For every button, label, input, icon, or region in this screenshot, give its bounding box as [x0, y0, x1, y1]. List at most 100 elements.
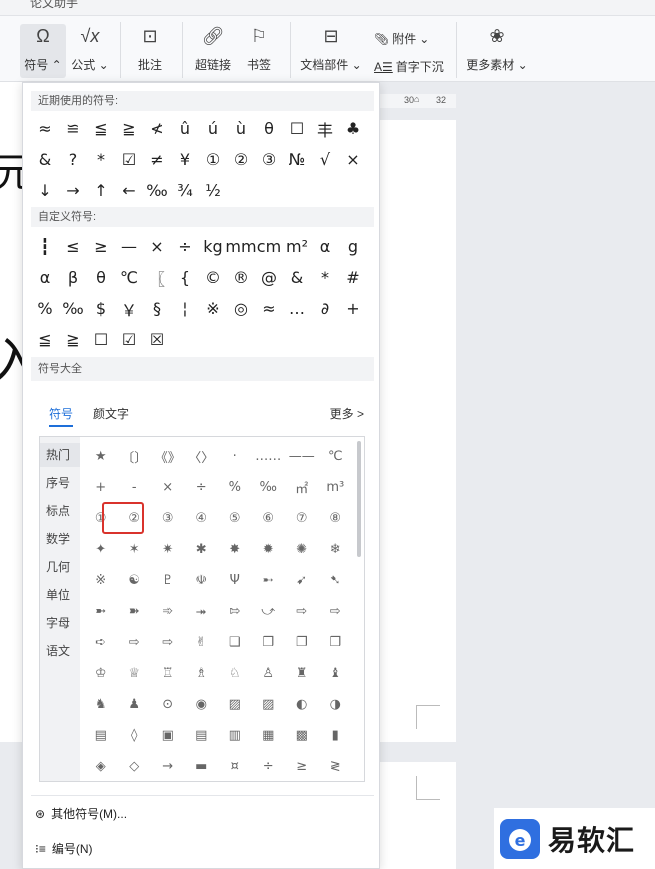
more-link[interactable]: 更多 > — [330, 405, 364, 422]
symbol-cell[interactable]: ◉ — [185, 689, 219, 720]
symbol-cell[interactable]: ▤ — [84, 720, 118, 751]
category-item[interactable]: 标点 — [40, 499, 80, 523]
symbol-cell[interactable]: ❄ — [319, 534, 353, 565]
symbol-cell[interactable]: ※ — [199, 293, 227, 324]
symbol-cell[interactable]: ♝ — [319, 658, 353, 689]
category-item[interactable]: 字母 — [40, 611, 80, 635]
document-page[interactable] — [380, 120, 456, 742]
symbol-cell[interactable]: ⑥ — [252, 503, 286, 534]
symbol-cell[interactable]: ÷ — [185, 472, 219, 503]
symbol-cell[interactable]: ✹ — [252, 534, 286, 565]
symbol-cell[interactable]: ⑦ — [285, 503, 319, 534]
symbol-cell[interactable]: * — [87, 144, 115, 175]
symbol-cell[interactable]: … — [283, 293, 311, 324]
symbol-cell[interactable]: ❑ — [218, 627, 252, 658]
symbol-cell[interactable]: ➪ — [84, 627, 118, 658]
symbol-cell[interactable]: ‰ — [59, 293, 87, 324]
symbol-cell[interactable]: @ — [255, 262, 283, 293]
drop-cap-button[interactable]: A☰ 首字下沉 — [374, 58, 444, 75]
symbol-cell[interactable]: 〖 — [143, 262, 171, 293]
doc-parts-button[interactable]: ⊟ 文档部件 ⌄ — [300, 24, 362, 78]
symbol-cell[interactable]: × — [151, 472, 185, 503]
symbol-cell[interactable]: ￥ — [115, 293, 143, 324]
symbol-cell[interactable]: + — [84, 472, 118, 503]
symbol-cell[interactable]: ♜ — [285, 658, 319, 689]
symbol-cell[interactable]: ¤ — [218, 751, 252, 781]
symbol-cell[interactable]: % — [218, 472, 252, 503]
symbol-cell[interactable]: g — [339, 231, 367, 262]
symbol-cell[interactable]: ▩ — [285, 720, 319, 751]
symbol-cell[interactable]: ⇨ — [151, 627, 185, 658]
symbol-cell[interactable]: ‰ — [143, 175, 171, 206]
symbol-cell[interactable]: mm — [225, 231, 256, 262]
symbol-cell[interactable]: ≥ — [87, 231, 115, 262]
category-item[interactable]: 热门 — [40, 443, 80, 467]
symbol-cell[interactable]: → — [151, 751, 185, 781]
symbol-cell[interactable]: ▮ — [319, 720, 353, 751]
attachment-button[interactable]: 📎︎ 附件 ⌄ — [374, 30, 429, 47]
symbol-cell[interactable]: ♇ — [151, 565, 185, 596]
symbol-cell[interactable]: û — [171, 113, 199, 144]
symbol-cell[interactable]: ⯮ — [185, 596, 219, 627]
symbol-cell[interactable]: ➹ — [285, 565, 319, 596]
symbol-cell[interactable]: ÷ — [252, 751, 286, 781]
symbol-cell[interactable]: ➾ — [151, 596, 185, 627]
symbol-cell[interactable]: ◈ — [84, 751, 118, 781]
symbol-cell[interactable]: …… — [252, 441, 286, 472]
symbol-cell[interactable]: ① — [199, 144, 227, 175]
symbol-cell[interactable]: ✱ — [185, 534, 219, 565]
symbol-cell[interactable]: ☑ — [115, 324, 143, 355]
symbol-cell[interactable]: ♞ — [84, 689, 118, 720]
symbol-cell[interactable]: ▬ — [185, 751, 219, 781]
symbol-cell[interactable]: ▤ — [185, 720, 219, 751]
symbol-cell[interactable]: ⇨ — [118, 627, 152, 658]
symbol-cell[interactable]: ÷ — [171, 231, 199, 262]
symbol-cell[interactable]: · — [218, 441, 252, 472]
symbol-cell[interactable]: 〔〕 — [118, 441, 152, 472]
symbol-cell[interactable]: ⇰ — [218, 596, 252, 627]
symbol-cell[interactable]: ® — [227, 262, 255, 293]
category-item[interactable]: 语文 — [40, 639, 80, 663]
symbol-cell[interactable]: ▣ — [151, 720, 185, 751]
tab-label[interactable]: 论文助手 — [30, 0, 78, 11]
other-symbols-item[interactable]: ⊛ 其他符号(M)... — [35, 805, 127, 822]
symbol-cell[interactable]: × — [143, 231, 171, 262]
symbol-cell[interactable]: ♣ — [339, 113, 367, 144]
symbol-cell[interactable]: - — [118, 472, 152, 503]
symbol-cell[interactable]: № — [283, 144, 311, 175]
symbol-cell[interactable]: + — [339, 293, 367, 324]
symbol-cell[interactable]: ✦ — [84, 534, 118, 565]
symbol-cell[interactable]: ❐ — [285, 627, 319, 658]
symbol-cell[interactable]: kg — [199, 231, 227, 262]
symbol-cell[interactable]: ≤ — [59, 231, 87, 262]
symbol-cell[interactable]: ♕ — [118, 658, 152, 689]
symbol-cell[interactable]: ⇨ — [285, 596, 319, 627]
more-assets-button[interactable]: ❀ 更多素材 ⌄ — [466, 24, 528, 78]
symbol-cell[interactable]: ③ — [151, 503, 185, 534]
symbol-cell[interactable]: ◊ — [118, 720, 152, 751]
symbol-cell[interactable]: ♘ — [218, 658, 252, 689]
symbol-cell[interactable]: α — [31, 262, 59, 293]
symbol-cell[interactable]: β — [59, 262, 87, 293]
symbol-cell[interactable]: ◇ — [118, 751, 152, 781]
symbol-cell[interactable]: & — [31, 144, 59, 175]
symbol-cell[interactable]: × — [339, 144, 367, 175]
symbol-cell[interactable]: ▥ — [218, 720, 252, 751]
symbol-cell[interactable]: ❒ — [252, 627, 286, 658]
formula-button[interactable]: √x 公式 ⌄ — [70, 24, 110, 78]
symbol-cell[interactable]: ※ — [84, 565, 118, 596]
symbol-cell[interactable]: ≧ — [59, 324, 87, 355]
document-page-next[interactable] — [380, 762, 456, 869]
symbol-cell[interactable]: Ψ — [218, 565, 252, 596]
symbol-cell[interactable]: ★ — [84, 441, 118, 472]
symbol-cell[interactable]: ≦ — [31, 324, 59, 355]
symbol-cell[interactable]: ☫ — [185, 565, 219, 596]
symbol-cell[interactable]: ♖ — [151, 658, 185, 689]
symbol-cell[interactable]: ▨ — [252, 689, 286, 720]
numbering-item[interactable]: ⁝≡ 编号(N) — [35, 840, 93, 857]
category-item[interactable]: 几何 — [40, 555, 80, 579]
symbol-cell[interactable]: ¦ — [171, 293, 199, 324]
comment-button[interactable]: ⊡ 批注 — [130, 24, 170, 78]
symbol-cell[interactable]: ‰ — [252, 472, 286, 503]
symbol-cell[interactable]: ☐ — [283, 113, 311, 144]
